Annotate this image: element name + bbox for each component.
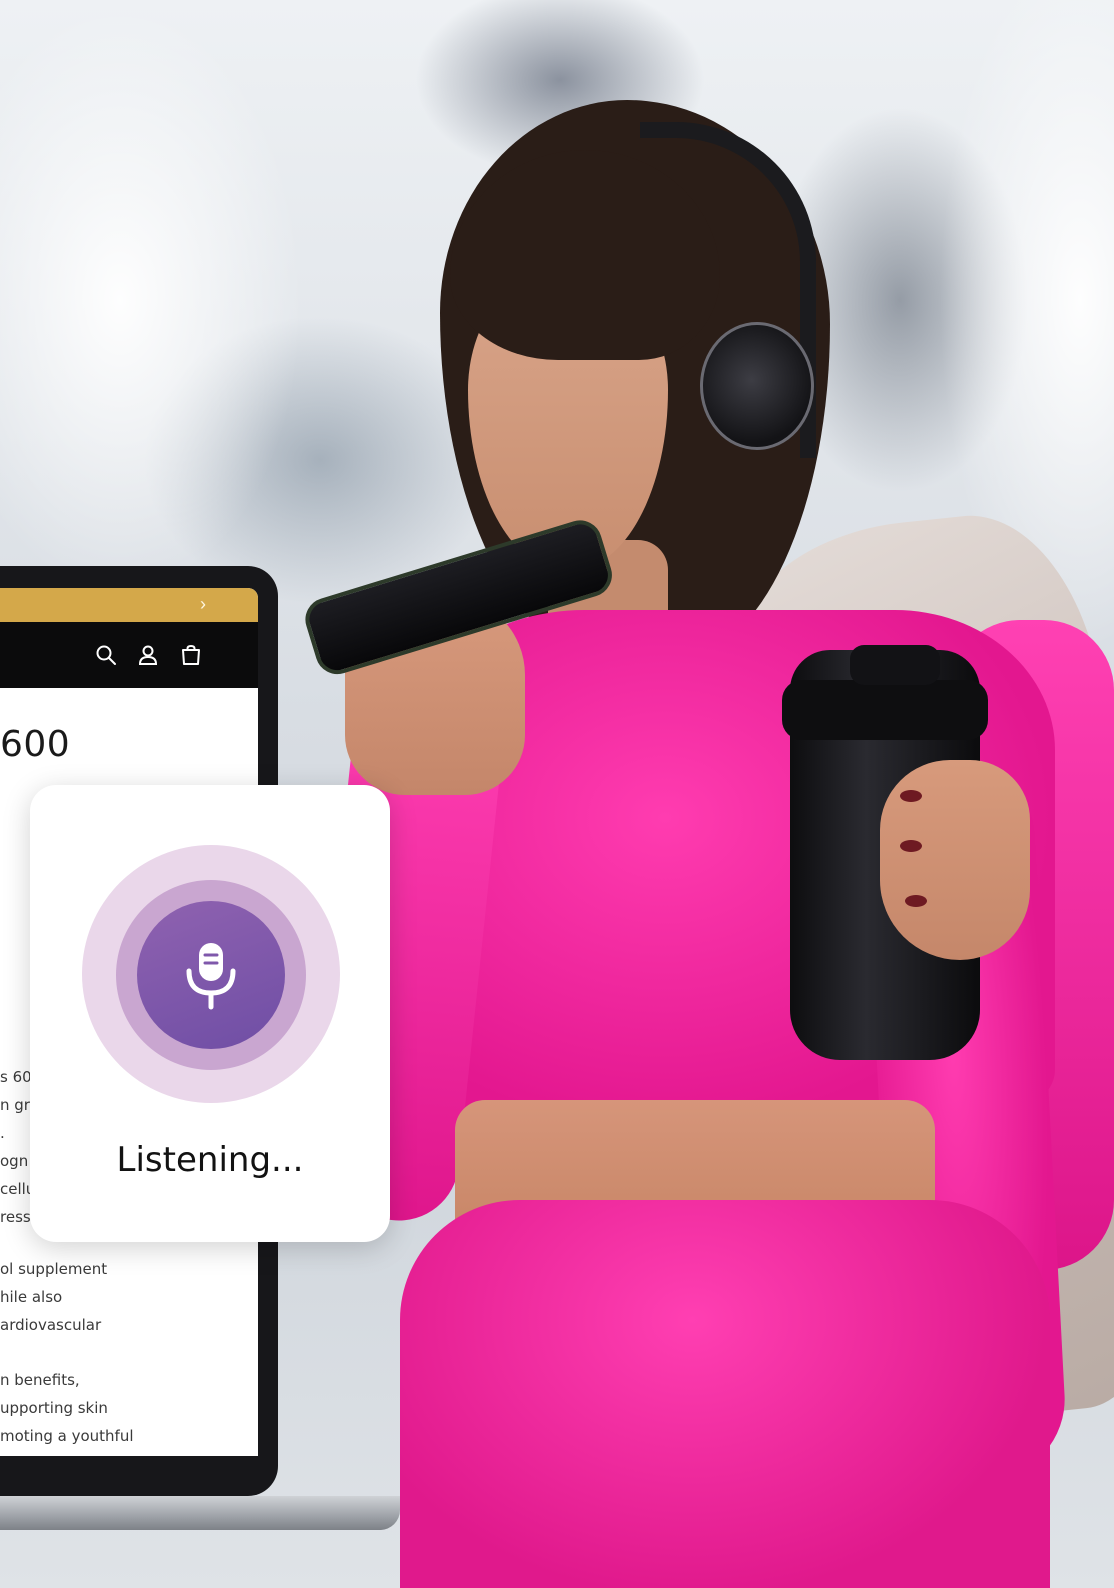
- description-line: s 60: [0, 1068, 32, 1086]
- laptop-base: [0, 1496, 400, 1530]
- voice-listening-card: Listening...: [30, 785, 390, 1242]
- pink-leggings: [400, 1200, 1050, 1588]
- description-line: moting a youthful: [0, 1427, 134, 1445]
- description-line: ol supplement: [0, 1260, 108, 1278]
- bottle-lid: [782, 680, 988, 740]
- cart-icon[interactable]: [180, 644, 202, 666]
- fingernail: [905, 895, 927, 907]
- description-line: hile also: [0, 1288, 63, 1306]
- description-line: ogn: [0, 1152, 29, 1170]
- description-line: n gr: [0, 1096, 30, 1114]
- bottle-cap: [850, 645, 940, 685]
- chevron-right-icon[interactable]: ›: [200, 594, 206, 615]
- description-line: n benefits,: [0, 1371, 80, 1389]
- fingernail: [900, 840, 922, 852]
- description-line: .: [0, 1124, 5, 1142]
- product-price: 600: [0, 724, 71, 765]
- right-hand: [880, 760, 1030, 960]
- search-icon[interactable]: [95, 644, 117, 666]
- microphone-button[interactable]: [137, 901, 285, 1049]
- microphone-icon: [186, 943, 236, 1010]
- account-icon[interactable]: [137, 644, 159, 666]
- announcement-bar[interactable]: ›: [0, 588, 258, 622]
- headphone-icon: [700, 322, 814, 450]
- description-line: ardiovascular: [0, 1316, 102, 1334]
- store-header: [0, 622, 258, 688]
- description-line: upporting skin: [0, 1399, 108, 1417]
- fingernail: [900, 790, 922, 802]
- listening-status: Listening...: [116, 1140, 304, 1180]
